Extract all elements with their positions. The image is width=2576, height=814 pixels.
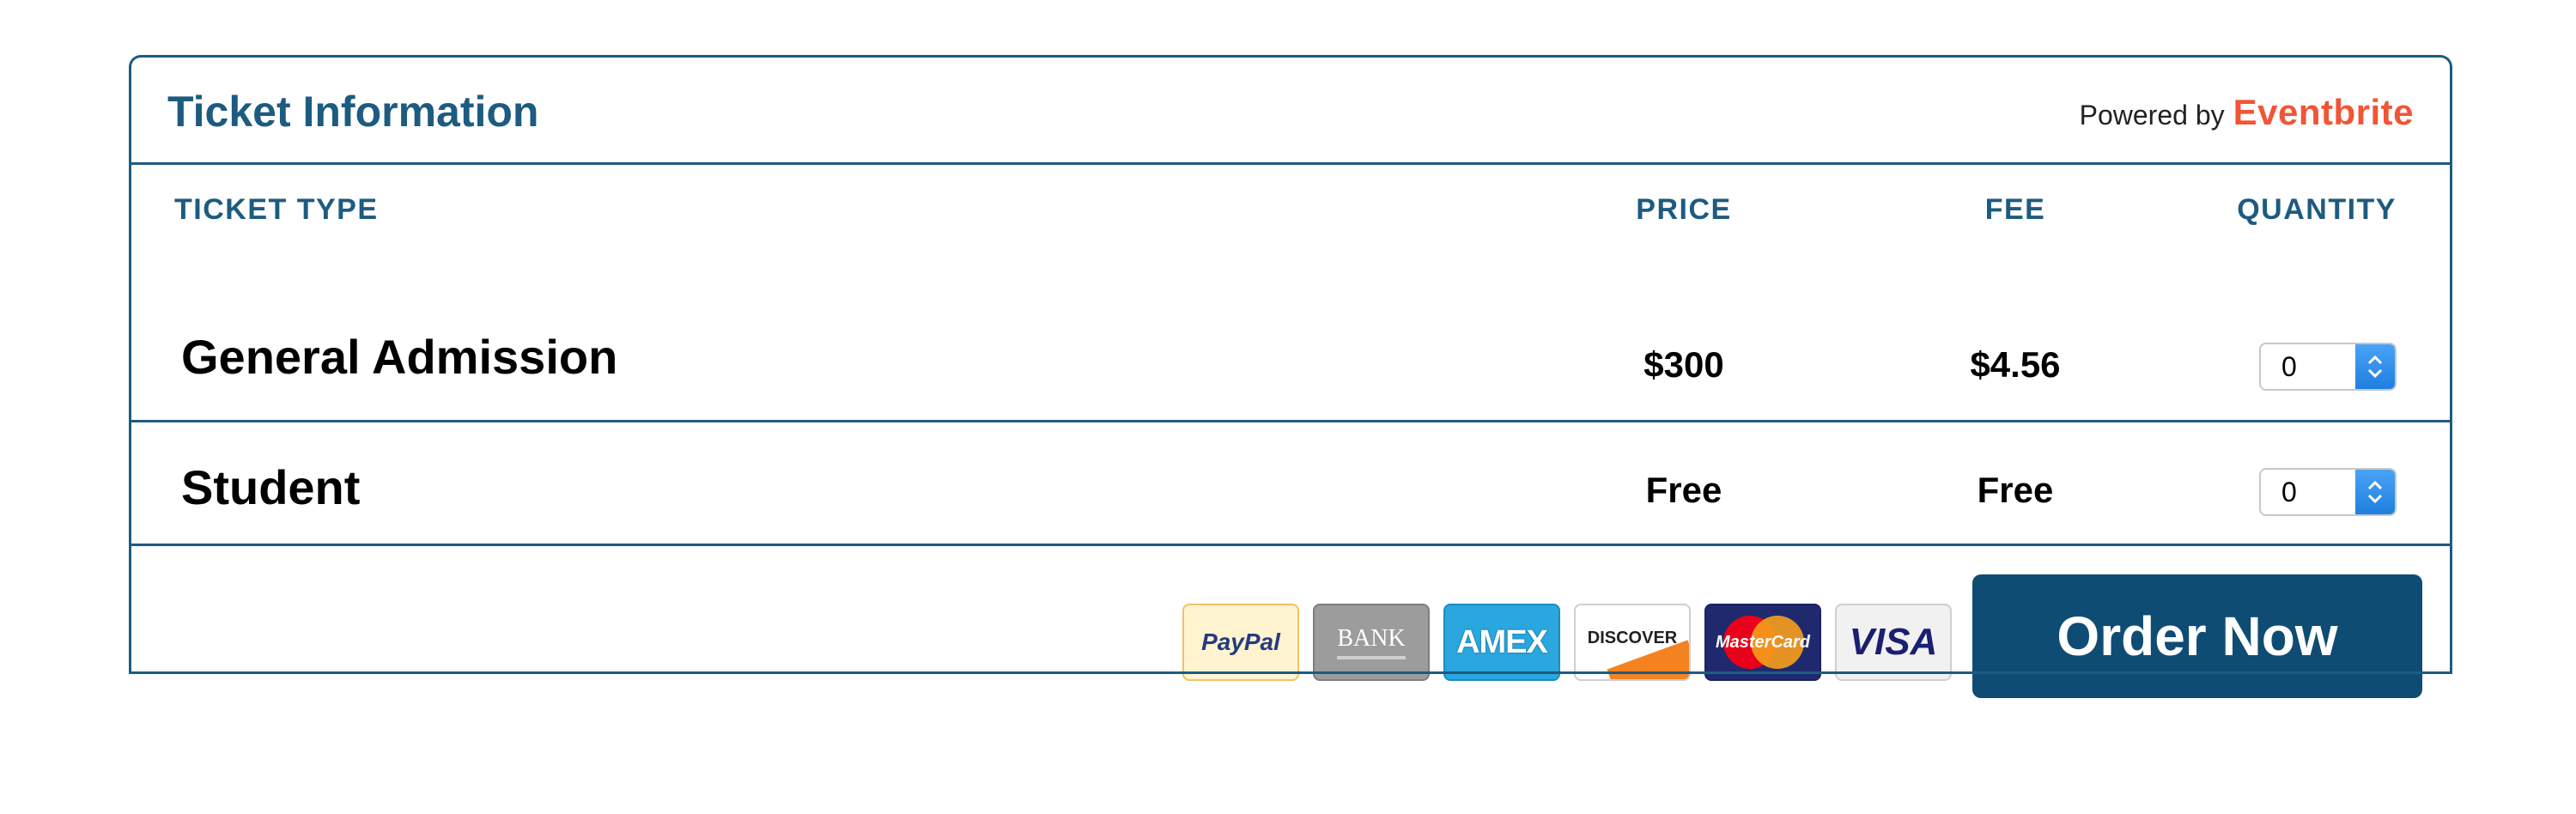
quantity-value: 0	[2281, 476, 2297, 507]
powered-by[interactable]: Powered by Eventbrite	[2080, 92, 2414, 133]
widget-bottom-border	[129, 671, 2452, 674]
powered-by-label: Powered by	[2079, 100, 2225, 131]
quantity-select[interactable]: 0	[2259, 343, 2397, 391]
ticket-row: Student Free Free 0	[131, 420, 2450, 546]
ticket-name: Student	[181, 460, 361, 514]
eventbrite-logo[interactable]: Eventbrite	[2233, 92, 2414, 133]
quantity-select[interactable]: 0	[2259, 468, 2397, 516]
visa-icon: VISA	[1835, 604, 1952, 681]
paypal-label: PayPal	[1201, 629, 1280, 655]
discover-icon: DISCOVER	[1574, 604, 1691, 681]
order-now-label: Order Now	[2057, 605, 2338, 667]
bank-label: BANK	[1337, 625, 1406, 652]
widget-header: Ticket Information Powered by Eventbrite	[131, 58, 2450, 165]
ticket-row: General Admission $300 $4.56 0	[131, 217, 2450, 422]
paypal-icon: PayPal	[1182, 604, 1299, 681]
mastercard-label: MasterCard	[1715, 632, 1811, 652]
ticket-fee: $4.56	[1970, 344, 2061, 385]
payment-methods: PayPal BANK AMEX DISCOVER MasterCard VIS…	[1182, 604, 1952, 681]
bank-icon: BANK	[1313, 604, 1430, 681]
quantity-value: 0	[2281, 350, 2297, 382]
chevron-updown-icon[interactable]	[2355, 470, 2395, 514]
ticket-fee: Free	[1977, 470, 2054, 510]
visa-label: VISA	[1849, 621, 1938, 663]
discover-label: DISCOVER	[1587, 628, 1678, 647]
mastercard-icon: MasterCard	[1704, 604, 1821, 681]
order-footer: PayPal BANK AMEX DISCOVER MasterCard VIS…	[131, 544, 2450, 698]
chevron-updown-icon[interactable]	[2355, 344, 2395, 389]
ticket-widget: Ticket Information Powered by Eventbrite…	[129, 55, 2452, 698]
ticket-price: Free	[1645, 470, 1722, 510]
widget-title: Ticket Information	[167, 88, 539, 136]
amex-label: AMEX	[1456, 623, 1548, 660]
ticket-name: General Admission	[181, 330, 618, 384]
order-now-button[interactable]: Order Now	[1972, 574, 2422, 698]
ticket-price: $300	[1643, 344, 1724, 385]
amex-icon: AMEX	[1443, 604, 1560, 681]
